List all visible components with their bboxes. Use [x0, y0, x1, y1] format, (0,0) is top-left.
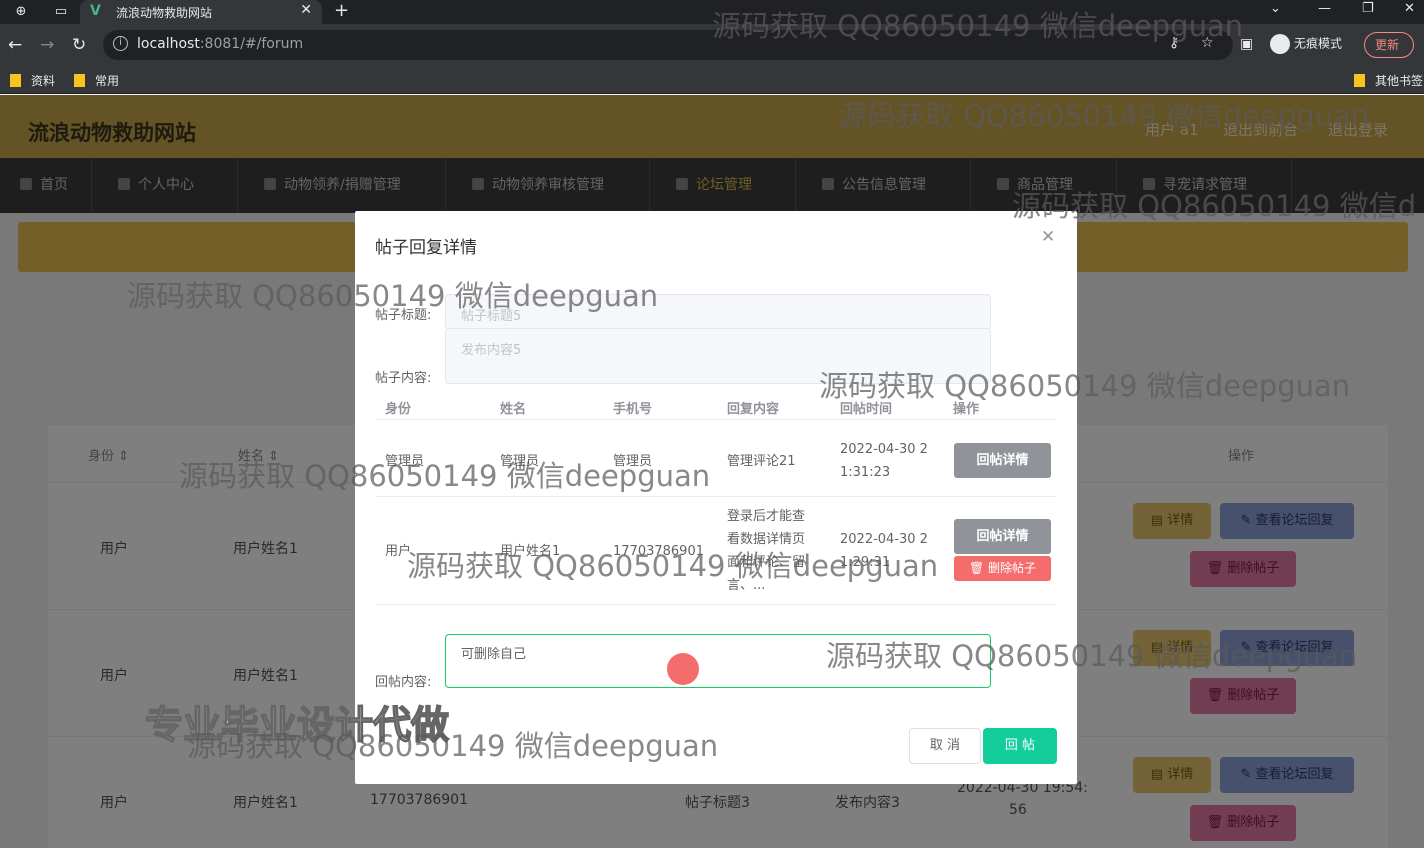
delete-post-button[interactable]: 🗑 删除帖子	[954, 556, 1051, 581]
reply-identity: 用户	[385, 544, 412, 559]
post-content-label: 帖子内容:	[375, 371, 432, 386]
browser-tab-strip: ⊕ ▭ V 流浪动物救助网站 ✕ + ⌄ — ❐ ✕	[0, 0, 1424, 24]
new-tab-icon[interactable]: +	[334, 0, 349, 21]
submit-reply-button[interactable]: 回 帖	[983, 728, 1057, 764]
reply-name: 管理员	[500, 454, 540, 469]
reply-col-name: 姓名	[500, 402, 527, 417]
tab-title: 流浪动物救助网站	[116, 6, 213, 20]
close-window-icon[interactable]: ✕	[1404, 1, 1415, 16]
url-text: localhost:8081/#/forum	[137, 36, 304, 52]
reply-col-action: 操作	[953, 402, 980, 417]
bookmark-folder-other[interactable]: 其他书签	[1354, 72, 1423, 89]
divider	[375, 419, 1057, 420]
side-panel-icon[interactable]: ▣	[1240, 36, 1253, 52]
dialog-title: 帖子回复详情	[375, 238, 477, 258]
reply-time-cont: 1:29:31	[840, 555, 891, 570]
reply-time-cont: 1:31:23	[840, 465, 891, 480]
cancel-button[interactable]: 取 消	[909, 728, 981, 764]
reply-detail-button[interactable]: 回帖详情	[954, 443, 1051, 478]
maximize-icon[interactable]: ❐	[1362, 1, 1374, 16]
reply-content-input[interactable]: 可删除自己	[445, 634, 991, 688]
vue-favicon-icon: V	[90, 3, 101, 19]
folder-icon	[1354, 74, 1365, 87]
reply-col-time: 回帖时间	[840, 402, 893, 417]
bookmark-folder-ziliao[interactable]: 资料	[10, 72, 55, 89]
reply-time: 2022-04-30 2	[840, 442, 928, 457]
folder-icon	[74, 74, 85, 87]
close-icon[interactable]: ✕	[1041, 227, 1055, 247]
back-icon[interactable]: ←	[8, 35, 22, 55]
minimize-icon[interactable]: —	[1318, 1, 1331, 16]
browser-tab-active[interactable]: V 流浪动物救助网站 ✕	[80, 0, 322, 24]
post-content-field: 发布内容5	[445, 328, 991, 384]
bookmarks-bar: 资料 常用 其他书签	[0, 66, 1424, 94]
post-title-field: 帖子标题5	[445, 294, 991, 330]
watermark-banner: 专业毕业设计代做	[144, 702, 450, 748]
reply-name: 用户姓名1	[500, 544, 561, 559]
reply-phone: 管理员	[613, 454, 653, 469]
bookmark-folder-changyong[interactable]: 常用	[74, 72, 119, 89]
reply-col-identity: 身份	[385, 402, 412, 417]
address-bar[interactable]: i localhost:8081/#/forum ⚷ ☆	[103, 30, 1233, 60]
reply-content-l2: 看数据详情页	[727, 532, 806, 547]
tab-close-icon[interactable]: ✕	[300, 2, 312, 18]
reply-content-l3: 面和评论、留	[727, 555, 806, 570]
reply-col-content: 回复内容	[727, 402, 780, 417]
browser-menu-icon[interactable]: ⊕	[12, 3, 30, 21]
incognito-indicator[interactable]: 无痕模式	[1270, 34, 1342, 54]
reply-identity: 管理员	[385, 454, 425, 469]
tab-search-icon[interactable]: ▭	[52, 3, 70, 21]
browser-toolbar: ← → ↻ i localhost:8081/#/forum ⚷ ☆ ▣ 无痕模…	[0, 24, 1424, 66]
reply-content-l4: 言、...	[727, 578, 766, 593]
reply-content: 管理评论21	[727, 454, 796, 469]
tab-list-chevron-icon[interactable]: ⌄	[1270, 1, 1281, 16]
click-indicator	[667, 653, 699, 685]
site-info-icon[interactable]: i	[113, 36, 128, 51]
reply-col-phone: 手机号	[613, 402, 653, 417]
bookmark-star-icon[interactable]: ☆	[1201, 35, 1214, 51]
update-button[interactable]: 更新	[1364, 32, 1414, 58]
folder-icon	[10, 74, 21, 87]
forward-icon[interactable]: →	[40, 35, 54, 55]
reply-content: 登录后才能查	[727, 509, 806, 524]
reply-phone: 17703786901	[613, 544, 704, 559]
reply-time: 2022-04-30 2	[840, 532, 928, 547]
key-icon[interactable]: ⚷	[1169, 35, 1179, 51]
reply-detail-dialog: 帖子回复详情 ✕ 帖子标题: 帖子标题5 帖子内容: 发布内容5 身份 姓名 手…	[355, 211, 1077, 784]
reply-content-label: 回帖内容:	[375, 675, 432, 690]
divider	[375, 496, 1057, 497]
reload-icon[interactable]: ↻	[72, 35, 86, 55]
divider	[375, 604, 1057, 605]
reply-detail-button[interactable]: 回帖详情	[954, 519, 1051, 554]
incognito-icon	[1270, 34, 1290, 54]
post-title-label: 帖子标题:	[375, 308, 432, 323]
